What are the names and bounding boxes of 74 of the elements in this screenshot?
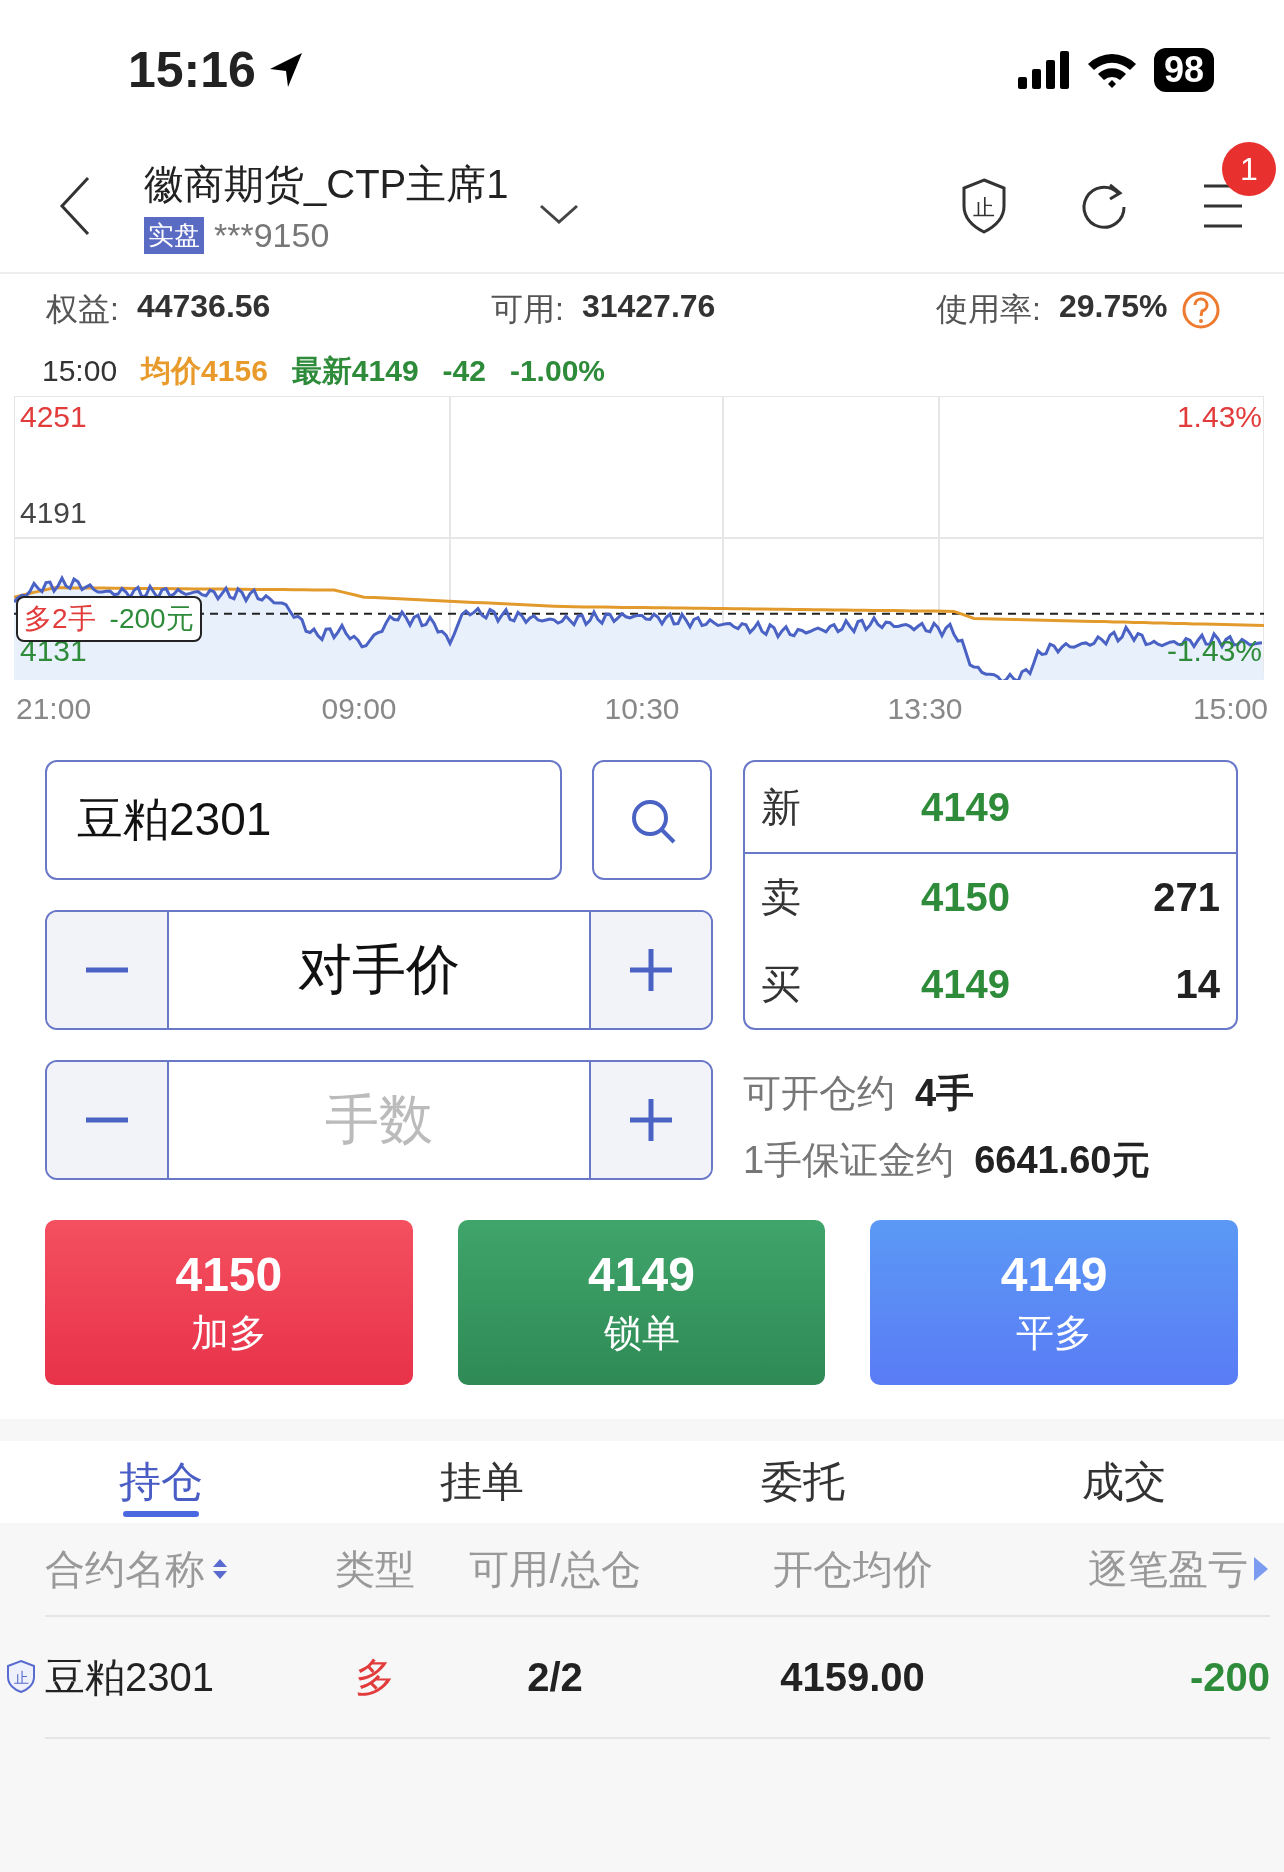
signal-icon: [1017, 51, 1070, 89]
scroll-right-icon[interactable]: [1252, 1555, 1270, 1583]
axis-label: 4191: [20, 496, 87, 530]
plus-icon: [628, 947, 674, 993]
quote-volume: 271: [1153, 875, 1220, 920]
clock-time: 15:16: [128, 41, 256, 99]
account-value: 31427.76: [581, 288, 716, 326]
open-price: 4159.00: [780, 1654, 925, 1699]
contract-name: 豆粕2301: [45, 1653, 214, 1701]
tab[interactable]: 持仓: [0, 1441, 321, 1523]
tab[interactable]: 成交: [963, 1441, 1284, 1523]
quote-label: 卖: [761, 874, 802, 921]
menu-icon[interactable]: [1202, 182, 1244, 230]
axis-label: 21:00: [16, 692, 93, 726]
tab[interactable]: 挂单: [321, 1441, 642, 1523]
increase-button[interactable]: [591, 912, 711, 1028]
chart-quote-text: 均价4156: [141, 352, 268, 389]
notification-badge: 1: [1222, 142, 1276, 196]
dropdown-icon[interactable]: [538, 204, 579, 224]
account-tag: 实盘: [144, 217, 204, 254]
account-value: 44736.56: [136, 288, 271, 326]
quote-label: 新: [761, 783, 802, 831]
lock-button[interactable]: 4149 锁单: [457, 1220, 826, 1385]
quote-volume: 14: [1175, 962, 1220, 1007]
account-number: ***9150: [214, 216, 330, 255]
axis-label: 09:00: [320, 692, 398, 726]
position-size: 多2手: [24, 602, 96, 636]
add-long-button[interactable]: 4150 加多: [45, 1220, 413, 1385]
plus-icon: [628, 1097, 674, 1143]
quote-price: 4149: [921, 962, 1010, 1007]
quote-price: 4149: [921, 784, 1010, 830]
position-type: 多: [355, 1654, 395, 1699]
capacity-value: 6641.60元: [974, 1138, 1150, 1183]
quote-label: 买: [761, 961, 802, 1008]
capacity-value: 4手: [915, 1071, 975, 1116]
minus-icon: [84, 1116, 130, 1124]
axis-label: 13:30: [886, 692, 964, 726]
shield-icon: 止: [5, 1659, 37, 1695]
column-header: 可用/总仓: [468, 1545, 642, 1593]
account-value: 29.75%: [1058, 288, 1168, 326]
position-pnl: -200: [1189, 1654, 1270, 1700]
axis-label: 15:00: [1191, 692, 1268, 726]
axis-label: 4131: [20, 634, 87, 668]
column-header: 合约名称: [45, 1545, 205, 1593]
minus-icon: [84, 966, 130, 974]
column-header: 逐笔盈亏: [1088, 1545, 1248, 1593]
back-icon[interactable]: [58, 176, 92, 236]
chart-quote-text: -1.00%: [509, 354, 605, 388]
battery-indicator: 98: [1153, 48, 1214, 92]
contract-field[interactable]: 豆粕2301: [45, 760, 562, 880]
position-quantity: 2/2: [527, 1654, 583, 1699]
account-title: 徽商期货_CTP主席1: [144, 161, 509, 208]
column-header: 类型: [334, 1545, 416, 1593]
axis-label: 10:30: [603, 692, 681, 726]
quote-price: 4150: [921, 875, 1010, 920]
account-label: 可用:: [491, 290, 564, 329]
capacity-label: 1手保证金约: [743, 1138, 955, 1183]
chart-quote-text: -42: [442, 354, 486, 388]
increase-button[interactable]: [591, 1062, 711, 1178]
chart-quote-text: 15:00: [42, 354, 118, 388]
search-button[interactable]: [592, 760, 712, 880]
shield-icon[interactable]: 止: [960, 178, 1008, 234]
axis-label: 1.43%: [1176, 400, 1262, 434]
axis-label: -1.43%: [1166, 634, 1262, 668]
sort-icon[interactable]: [211, 1557, 229, 1581]
column-header: 开仓均价: [771, 1545, 934, 1593]
account-label: 使用率:: [936, 290, 1041, 329]
chart-quote-text: 最新4149: [291, 352, 419, 389]
capacity-label: 可开仓约: [743, 1071, 895, 1116]
help-icon[interactable]: [1181, 290, 1222, 330]
account-label: 权益:: [46, 290, 119, 329]
tab[interactable]: 委托: [642, 1441, 963, 1523]
position-pnl: -200元: [109, 602, 194, 636]
axis-label: 4251: [20, 400, 87, 434]
